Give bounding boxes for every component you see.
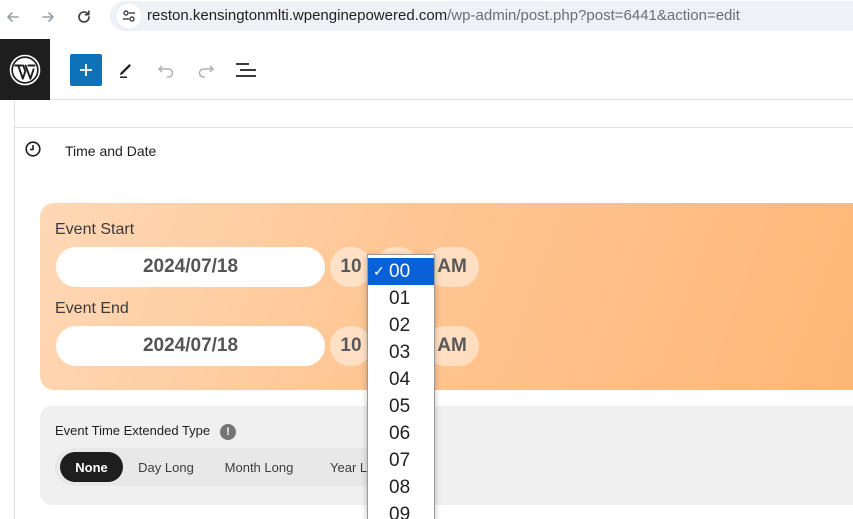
minute-dropdown-list: ✓ 00 01 02 03 04 05 06 07 08 09 [367, 254, 435, 519]
browser-bar: reston.kensingtonmlti.wpenginepowered.co… [0, 0, 853, 34]
info-icon[interactable]: ! [220, 424, 236, 440]
event-end-date-input[interactable]: 2024/07/18 [56, 326, 325, 366]
url-text[interactable]: reston.kensingtonmlti.wpenginepowered.co… [147, 7, 740, 24]
extended-type-label: Event Time Extended Type [55, 423, 211, 438]
plus-icon[interactable] [70, 54, 102, 86]
address-bar[interactable]: reston.kensingtonmlti.wpenginepowered.co… [110, 1, 853, 31]
minute-option[interactable]: 05 [368, 393, 434, 420]
minute-option[interactable]: 08 [368, 474, 434, 501]
divider [14, 127, 853, 128]
event-start-label: Event Start [55, 221, 135, 238]
clock-icon [24, 140, 42, 158]
redo-icon[interactable] [193, 57, 219, 83]
arrow-left-icon[interactable] [2, 6, 24, 28]
editor-toolbar [0, 39, 853, 100]
event-time-card: Event Start 2024/07/18 10 00 AM Event En… [40, 203, 853, 390]
checkmark-icon: ✓ [373, 263, 385, 279]
minute-option[interactable]: 07 [368, 447, 434, 474]
extended-option-none[interactable]: None [60, 452, 123, 482]
extended-option-day-long[interactable]: Day Long [129, 452, 203, 482]
event-start-date-input[interactable]: 2024/07/18 [56, 247, 325, 287]
event-end-hour-select[interactable]: 10 [330, 326, 372, 366]
minute-option[interactable]: 04 [368, 366, 434, 393]
url-host: reston.kensingtonmlti.wpenginepowered.co… [147, 7, 448, 24]
url-path: /wp-admin/post.php?post=6441&action=edit [447, 7, 740, 24]
extended-type-panel: Event Time Extended Type ! None Day Long… [40, 406, 853, 505]
minute-option[interactable]: 06 [368, 420, 434, 447]
minute-option[interactable]: 09 [368, 501, 434, 519]
event-start-hour-select[interactable]: 10 [330, 247, 372, 287]
minute-option[interactable]: 02 [368, 312, 434, 339]
minute-option[interactable]: ✓ 00 [368, 258, 434, 285]
tune-icon[interactable] [117, 4, 141, 28]
divider [14, 100, 15, 519]
list-view-icon[interactable] [233, 57, 259, 83]
minute-option-label: 00 [389, 261, 411, 282]
arrow-right-icon[interactable] [37, 6, 59, 28]
event-end-label: Event End [55, 300, 129, 317]
section-title: Time and Date [65, 143, 157, 159]
wordpress-logo-icon[interactable] [0, 39, 50, 100]
extended-option-month-long[interactable]: Month Long [213, 452, 305, 482]
undo-icon[interactable] [153, 57, 179, 83]
reload-icon[interactable] [73, 6, 95, 28]
minute-option[interactable]: 03 [368, 339, 434, 366]
minute-option[interactable]: 01 [368, 285, 434, 312]
screen: reston.kensingtonmlti.wpenginepowered.co… [0, 0, 853, 519]
pencil-icon[interactable] [113, 57, 139, 83]
